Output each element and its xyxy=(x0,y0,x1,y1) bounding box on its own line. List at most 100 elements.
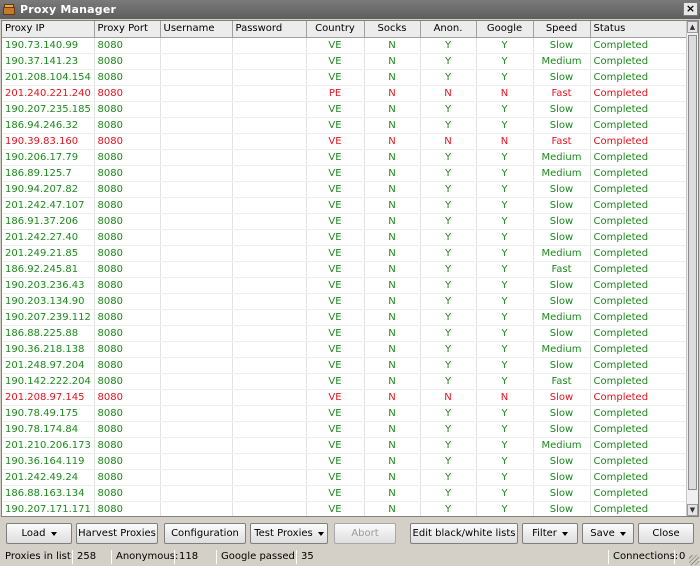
cell-proxy-ip: 201.242.47.107 xyxy=(2,197,95,214)
cell-socks: N xyxy=(364,389,421,406)
table-row[interactable]: 190.37.141.23 8080 VE N Y Y Medium Completed xyxy=(2,53,688,70)
column-header-anon[interactable]: Anon. xyxy=(420,21,477,38)
table-row[interactable]: 190.206.17.79 8080 VE N Y Y Medium Completed xyxy=(2,149,688,166)
google-passed-value: 35 xyxy=(301,551,314,562)
table-row[interactable]: 190.94.207.82 8080 VE N Y Y Slow Completed xyxy=(2,181,688,198)
proxy-grid[interactable]: Proxy IP Proxy Port Username Password Co… xyxy=(1,20,699,517)
table-row[interactable]: 186.88.163.134 8080 VE N Y Y Slow Completed xyxy=(2,485,688,502)
table-row[interactable]: 201.208.97.145 8080 VE N N N Slow Completed xyxy=(2,389,688,406)
abort-button[interactable]: Abort xyxy=(334,523,396,544)
cell-username xyxy=(160,101,233,118)
cell-anon: Y xyxy=(420,341,477,358)
table-row[interactable]: 186.91.37.206 8080 VE N Y Y Slow Completed xyxy=(2,213,688,230)
table-row[interactable]: 201.249.21.85 8080 VE N Y Y Medium Completed xyxy=(2,245,688,262)
test-proxies-button[interactable]: Test Proxies xyxy=(250,523,328,544)
column-header-google[interactable]: Google xyxy=(476,21,534,38)
table-row[interactable]: 190.73.140.99 8080 VE N Y Y Slow Completed xyxy=(2,37,688,54)
table-row[interactable]: 201.248.97.204 8080 VE N Y Y Slow Completed xyxy=(2,357,688,374)
cell-password xyxy=(232,133,307,150)
cell-proxy-ip: 190.207.239.112 xyxy=(2,309,95,326)
chevron-down-icon xyxy=(561,531,568,536)
column-header-socks[interactable]: Socks xyxy=(364,21,421,38)
table-row[interactable]: 186.88.225.88 8080 VE N Y Y Slow Completed xyxy=(2,325,688,342)
table-row[interactable]: 186.92.245.81 8080 VE N Y Y Fast Completed xyxy=(2,261,688,278)
cell-anon: Y xyxy=(420,69,477,86)
table-row[interactable]: 186.89.125.7 8080 VE N Y Y Medium Completed xyxy=(2,165,688,182)
cell-password xyxy=(232,405,307,422)
cell-password xyxy=(232,277,307,294)
cell-username xyxy=(160,421,233,438)
table-row[interactable]: 190.203.134.90 8080 VE N Y Y Slow Completed xyxy=(2,293,688,310)
table-row[interactable]: 190.207.235.185 8080 VE N Y Y Slow Completed xyxy=(2,101,688,118)
cell-anon: Y xyxy=(420,469,477,486)
table-row[interactable]: 190.36.164.119 8080 VE N Y Y Slow Completed xyxy=(2,453,688,470)
cell-username xyxy=(160,453,233,470)
cell-username xyxy=(160,69,233,86)
cell-anon: Y xyxy=(420,149,477,166)
column-header-speed[interactable]: Speed xyxy=(533,21,591,38)
cell-proxy-ip: 190.206.17.79 xyxy=(2,149,95,166)
cell-speed: Medium xyxy=(533,165,591,182)
title-bar[interactable]: Proxy Manager × xyxy=(0,0,700,19)
cell-country: VE xyxy=(306,325,365,342)
cell-country: VE xyxy=(306,389,365,406)
cell-password xyxy=(232,501,307,516)
scroll-down-arrow-icon[interactable]: ▼ xyxy=(687,504,698,516)
load-button[interactable]: Load xyxy=(6,523,72,544)
cell-proxy-port: 8080 xyxy=(94,485,161,502)
cell-proxy-port: 8080 xyxy=(94,117,161,134)
table-row[interactable]: 201.208.104.154 8080 VE N Y Y Slow Completed xyxy=(2,69,688,86)
edit-lists-button[interactable]: Edit black/white lists xyxy=(410,523,518,544)
cell-status: Completed xyxy=(590,469,688,486)
cell-country: VE xyxy=(306,293,365,310)
filter-button[interactable]: Filter xyxy=(522,523,578,544)
column-header-country[interactable]: Country xyxy=(306,21,365,38)
cell-password xyxy=(232,485,307,502)
cell-status: Completed xyxy=(590,453,688,470)
cell-proxy-ip: 190.36.218.138 xyxy=(2,341,95,358)
scrollbar-thumb[interactable] xyxy=(688,35,697,490)
resize-grip-icon[interactable] xyxy=(689,555,699,565)
save-button[interactable]: Save xyxy=(582,523,634,544)
cell-socks: N xyxy=(364,101,421,118)
cell-anon: Y xyxy=(420,37,477,54)
table-row[interactable]: 186.94.246.32 8080 VE N Y Y Slow Completed xyxy=(2,117,688,134)
table-row[interactable]: 190.207.239.112 8080 VE N Y Y Medium Completed xyxy=(2,309,688,326)
cell-anon: Y xyxy=(420,293,477,310)
table-row[interactable]: 201.240.221.240 8080 PE N N N Fast Completed xyxy=(2,85,688,102)
table-row[interactable]: 201.242.49.24 8080 VE N Y Y Slow Completed xyxy=(2,469,688,486)
configuration-button[interactable]: Configuration xyxy=(164,523,246,544)
table-row[interactable]: 201.242.47.107 8080 VE N Y Y Slow Completed xyxy=(2,197,688,214)
table-row[interactable]: 190.36.218.138 8080 VE N Y Y Medium Completed xyxy=(2,341,688,358)
column-header-proxy-port[interactable]: Proxy Port xyxy=(94,21,161,38)
table-row[interactable]: 190.78.49.175 8080 VE N Y Y Slow Completed xyxy=(2,405,688,422)
column-header-proxy-ip[interactable]: Proxy IP xyxy=(2,21,95,38)
cell-socks: N xyxy=(364,53,421,70)
harvest-proxies-button[interactable]: Harvest Proxies xyxy=(76,523,158,544)
table-row[interactable]: 190.207.171.171 8080 VE N Y Y Slow Completed xyxy=(2,501,688,516)
cell-socks: N xyxy=(364,357,421,374)
table-row[interactable]: 190.142.222.204 8080 VE N Y Y Fast Completed xyxy=(2,373,688,390)
window-close-button[interactable]: × xyxy=(683,2,698,16)
cell-proxy-ip: 190.94.207.82 xyxy=(2,181,95,198)
cell-username xyxy=(160,245,233,262)
scroll-up-arrow-icon[interactable]: ▲ xyxy=(687,21,698,33)
table-row[interactable]: 201.242.27.40 8080 VE N Y Y Slow Completed xyxy=(2,229,688,246)
cell-username xyxy=(160,293,233,310)
column-header-status[interactable]: Status xyxy=(590,21,688,38)
table-row[interactable]: 190.39.83.160 8080 VE N N N Fast Completed xyxy=(2,133,688,150)
column-header-password[interactable]: Password xyxy=(232,21,307,38)
table-row[interactable]: 190.203.236.43 8080 VE N Y Y Slow Completed xyxy=(2,277,688,294)
table-row[interactable]: 201.210.206.173 8080 VE N Y Y Medium Completed xyxy=(2,437,688,454)
vertical-scrollbar[interactable]: ▲ ▼ xyxy=(686,21,698,516)
cell-anon: N xyxy=(420,389,477,406)
cell-speed: Slow xyxy=(533,357,591,374)
cell-proxy-port: 8080 xyxy=(94,469,161,486)
cell-password xyxy=(232,69,307,86)
column-header-username[interactable]: Username xyxy=(160,21,233,38)
cell-google: Y xyxy=(476,197,534,214)
cell-speed: Slow xyxy=(533,469,591,486)
chevron-down-icon xyxy=(50,531,57,536)
table-row[interactable]: 190.78.174.84 8080 VE N Y Y Slow Completed xyxy=(2,421,688,438)
close-button[interactable]: Close xyxy=(638,523,694,544)
